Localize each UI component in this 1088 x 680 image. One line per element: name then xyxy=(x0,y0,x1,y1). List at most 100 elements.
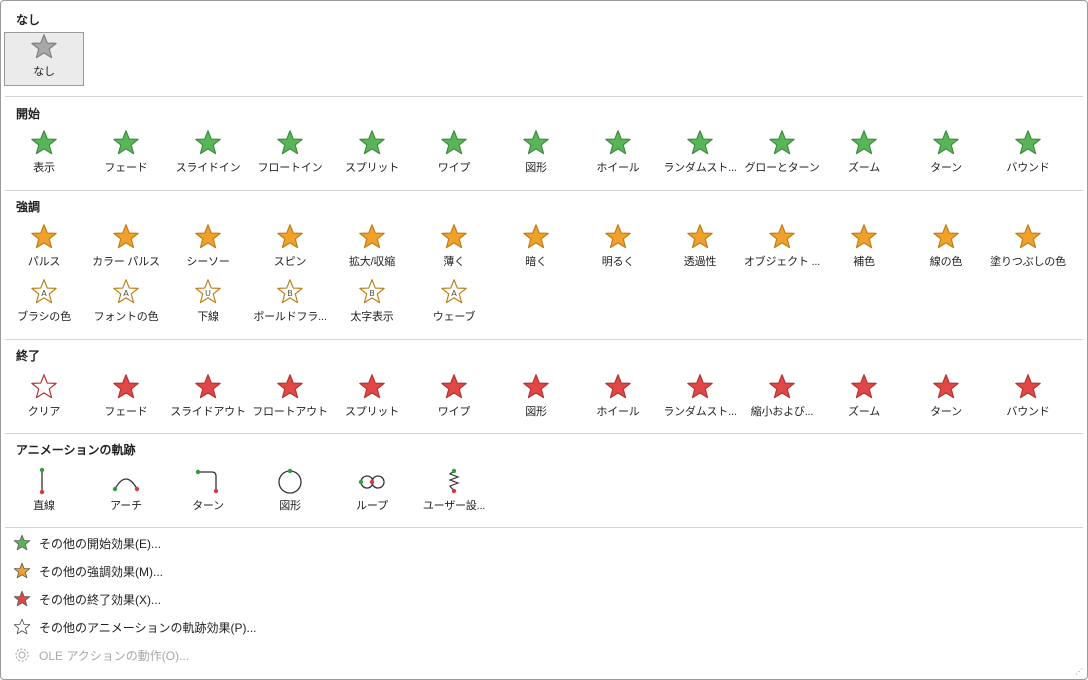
emphasis-effect-item[interactable]: A フォントの色 xyxy=(86,278,166,330)
star-effect-icon xyxy=(824,223,904,251)
star-effect-icon xyxy=(332,373,412,401)
effect-label: スライドイン xyxy=(175,162,241,174)
star-effect-icon xyxy=(414,223,494,251)
emphasis-effect-item[interactable]: B ボールドフラ... xyxy=(250,278,330,330)
effect-label: フェード xyxy=(104,406,148,418)
exit-effect-item[interactable]: スライドアウト xyxy=(168,373,248,425)
exit-effect-item[interactable]: ターン xyxy=(906,373,986,425)
star-icon xyxy=(13,562,39,580)
effect-label: ズーム xyxy=(847,406,881,418)
resize-grip-icon[interactable]: ⋰ xyxy=(1075,667,1083,676)
emphasis-effect-item[interactable]: U 下線 xyxy=(168,278,248,330)
effect-label: フェード xyxy=(104,162,148,174)
exit-effect-item[interactable]: ホイール xyxy=(578,373,658,425)
entrance-effect-item[interactable]: ホイール xyxy=(578,129,658,181)
entrance-effect-item[interactable]: 図形 xyxy=(496,129,576,181)
svg-text:A: A xyxy=(451,288,457,298)
star-effect-icon xyxy=(5,33,83,61)
more-effects-menu-item[interactable]: その他のアニメーションの軌跡効果(P)... xyxy=(13,616,257,638)
menu-item-label: OLE アクションの動作(O)... xyxy=(39,648,190,663)
entrance-effect-item[interactable]: ランダムスト... xyxy=(660,129,740,181)
animation-gallery: なし なし 開始 表示 フェード スライドイン フロートイン スプリット ワイプ 図形 ホイー… xyxy=(0,0,1088,680)
exit-effect-item[interactable]: ランダムスト... xyxy=(660,373,740,425)
more-effects-menu-item[interactable]: その他の開始効果(E)... xyxy=(13,532,161,554)
star-effect-icon xyxy=(168,129,248,157)
entrance-effect-item[interactable]: スプリット xyxy=(332,129,412,181)
separator xyxy=(5,190,1083,191)
exit-effect-item[interactable]: スプリット xyxy=(332,373,412,425)
emphasis-effect-item[interactable]: パルス xyxy=(4,223,84,275)
emphasis-effect-item[interactable]: 拡大/収縮 xyxy=(332,223,412,275)
effect-label: オブジェクト ... xyxy=(743,256,821,268)
entrance-effect-item[interactable]: ターン xyxy=(906,129,986,181)
motion-effect-item[interactable]: ターン xyxy=(168,467,248,519)
effect-label: ターン xyxy=(192,500,224,512)
motion-effect-item[interactable]: 図形 xyxy=(250,467,330,519)
effect-label: フォントの色 xyxy=(93,311,159,323)
exit-effect-item[interactable]: クリア xyxy=(4,373,84,425)
exit-effect-item[interactable]: フェード xyxy=(86,373,166,425)
emphasis-effect-item[interactable]: 明るく xyxy=(578,223,658,275)
emphasis-effect-item[interactable]: 補色 xyxy=(824,223,904,275)
exit-effect-item[interactable]: フロートアウト xyxy=(250,373,330,425)
effect-label: 図形 xyxy=(525,162,547,174)
emphasis-effect-item[interactable]: 線の色 xyxy=(906,223,986,275)
more-effects-menu-item[interactable]: その他の終了効果(X)... xyxy=(13,588,161,610)
effect-label: スピン xyxy=(273,256,307,268)
exit-effect-item[interactable]: ワイプ xyxy=(414,373,494,425)
star-effect-icon xyxy=(332,467,412,495)
entrance-effect-item[interactable]: ズーム xyxy=(824,129,904,181)
emphasis-effect-item[interactable]: オブジェクト ... xyxy=(742,223,822,275)
effect-label: ウェーブ xyxy=(432,311,476,323)
effect-label: シーソー xyxy=(186,256,230,268)
star-effect-icon xyxy=(496,129,576,157)
emphasis-effect-item[interactable]: 薄く xyxy=(414,223,494,275)
motion-effect-item[interactable]: アーチ xyxy=(86,467,166,519)
motion-effect-item[interactable]: ユーザー設... xyxy=(414,467,494,519)
svg-text:A: A xyxy=(123,288,129,298)
emphasis-effect-item[interactable]: A ウェーブ xyxy=(414,278,494,330)
exit-effect-item[interactable]: バウンド xyxy=(988,373,1068,425)
star-effect-icon xyxy=(988,373,1068,401)
entrance-effect-item[interactable]: ワイプ xyxy=(414,129,494,181)
effect-label: ワイプ xyxy=(437,162,471,174)
motion-effect-item[interactable]: 直線 xyxy=(4,467,84,519)
emphasis-effect-item[interactable]: B 太字表示 xyxy=(332,278,412,330)
star-effect-icon xyxy=(906,223,986,251)
exit-effect-item[interactable]: 縮小および... xyxy=(742,373,822,425)
exit-effect-item[interactable]: ズーム xyxy=(824,373,904,425)
emphasis-effect-item[interactable]: 塗りつぶしの色 xyxy=(988,223,1068,275)
entrance-effect-item[interactable]: フロートイン xyxy=(250,129,330,181)
emphasis-effect-item[interactable]: シーソー xyxy=(168,223,248,275)
star-effect-icon xyxy=(414,129,494,157)
none-effect-item[interactable]: なし xyxy=(4,32,84,86)
entrance-effect-item[interactable]: フェード xyxy=(86,129,166,181)
gear-icon xyxy=(13,646,39,664)
effect-label: バウンド xyxy=(1006,162,1050,174)
entrance-effect-item[interactable]: バウンド xyxy=(988,129,1068,181)
star-effect-icon: A xyxy=(4,278,84,306)
emphasis-effect-item[interactable]: 暗く xyxy=(496,223,576,275)
effect-label: アーチ xyxy=(110,500,142,512)
motion-effect-item[interactable]: ループ xyxy=(332,467,412,519)
emphasis-effect-item[interactable]: カラー パルス xyxy=(86,223,166,275)
separator xyxy=(5,339,1083,340)
menu-item-label: その他の開始効果(E)... xyxy=(39,536,161,551)
exit-effect-item[interactable]: 図形 xyxy=(496,373,576,425)
star-effect-icon xyxy=(578,129,658,157)
effect-label: グローとターン xyxy=(744,162,820,174)
effect-label: ホイール xyxy=(596,162,640,174)
more-effects-menu-item[interactable]: その他の強調効果(M)... xyxy=(13,560,163,582)
effect-label: ボールドフラ... xyxy=(253,311,327,323)
emphasis-effect-item[interactable]: スピン xyxy=(250,223,330,275)
entrance-effect-item[interactable]: グローとターン xyxy=(742,129,822,181)
effect-label: 補色 xyxy=(853,256,875,268)
star-effect-icon xyxy=(332,129,412,157)
star-effect-icon xyxy=(168,373,248,401)
effect-label: ランダムスト... xyxy=(663,406,737,418)
entrance-effect-item[interactable]: スライドイン xyxy=(168,129,248,181)
star-effect-icon: A xyxy=(86,278,166,306)
emphasis-effect-item[interactable]: 透過性 xyxy=(660,223,740,275)
emphasis-effect-item[interactable]: A ブラシの色 xyxy=(4,278,84,330)
entrance-effect-item[interactable]: 表示 xyxy=(4,129,84,181)
